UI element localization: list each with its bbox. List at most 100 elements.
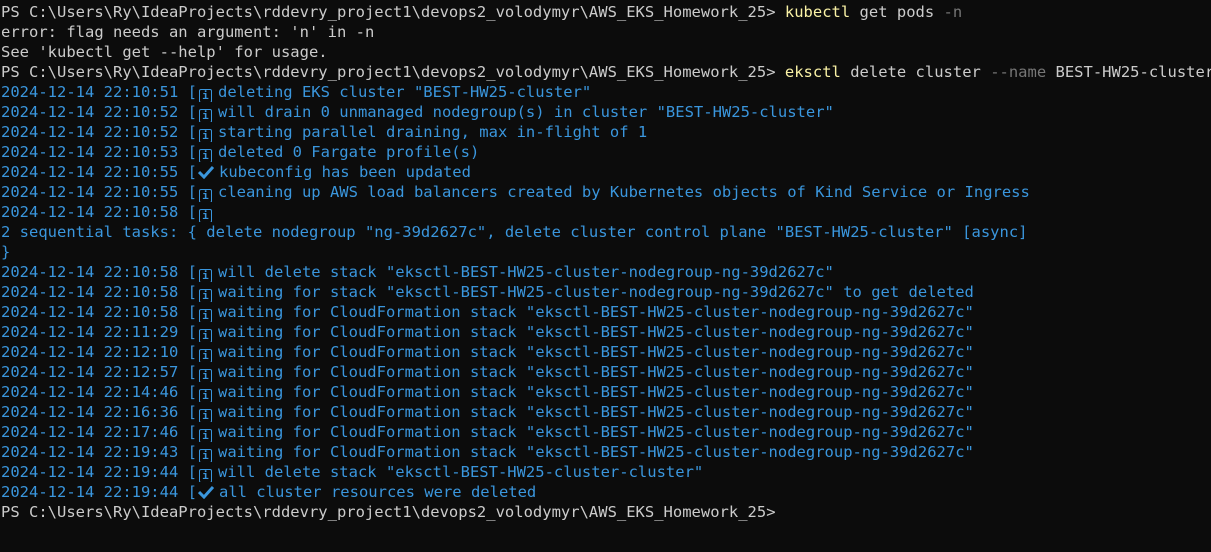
log-bracket: [ [178, 83, 197, 101]
log-message: starting parallel draining, max in-fligh… [217, 123, 648, 141]
log-bracket: [ [178, 103, 197, 121]
log-line: 2024-12-14 22:12:10 [i waiting for CloudF… [1, 342, 1211, 362]
log-bracket: [ [178, 443, 197, 461]
log-bracket: [ [178, 143, 197, 161]
info-icon: i [198, 389, 212, 402]
log-line: 2024-12-14 22:10:53 [i deleted 0 Fargate … [1, 142, 1211, 162]
log-message: waiting for CloudFormation stack "eksctl… [217, 383, 974, 401]
prompt-path: PS C:\Users\Ry\IdeaProjects\rddevry_proj… [1, 503, 776, 521]
info-icon: i [198, 409, 212, 422]
output-line: } [1, 242, 1211, 262]
log-timestamp: 2024-12-14 22:10:58 [1, 263, 179, 281]
log-line: 2024-12-14 22:10:52 [i starting parallel … [1, 122, 1211, 142]
command-name: kubectl [784, 3, 851, 21]
info-icon: i [198, 189, 212, 202]
log-line: 2024-12-14 22:19:44 [i will delete stack … [1, 462, 1211, 482]
log-text: } [1, 243, 11, 261]
prompt-line: PS C:\Users\Ry\IdeaProjects\rddevry_proj… [1, 2, 1211, 22]
log-timestamp: 2024-12-14 22:10:52 [1, 123, 179, 141]
info-icon: i [198, 89, 212, 102]
command-flag: --name [990, 63, 1047, 81]
log-bracket: [ [178, 483, 197, 501]
log-timestamp: 2024-12-14 22:10:55 [1, 183, 179, 201]
log-timestamp: 2024-12-14 22:19:43 [1, 443, 179, 461]
log-bracket: [ [178, 343, 197, 361]
log-message: deleted 0 Fargate profile(s) [217, 143, 480, 161]
log-line: 2024-12-14 22:16:36 [i waiting for CloudF… [1, 402, 1211, 422]
prompt-path: PS C:\Users\Ry\IdeaProjects\rddevry_proj… [1, 3, 785, 21]
output-line: 2 sequential tasks: { delete nodegroup "… [1, 222, 1211, 242]
info-icon: i [198, 109, 212, 122]
log-timestamp: 2024-12-14 22:12:10 [1, 343, 179, 361]
log-line: 2024-12-14 22:19:44 [ all cluster resourc… [1, 482, 1211, 502]
log-message: cleaning up AWS load balancers created b… [217, 183, 1030, 201]
log-bracket: [ [178, 383, 197, 401]
output-line: See 'kubectl get --help' for usage. [1, 42, 1211, 62]
prompt-line: PS C:\Users\Ry\IdeaProjects\rddevry_proj… [1, 62, 1211, 82]
info-icon: i [198, 209, 212, 222]
log-line: 2024-12-14 22:10:55 [i cleaning up AWS lo… [1, 182, 1211, 202]
log-timestamp: 2024-12-14 22:10:58 [1, 303, 179, 321]
command-flag: -n [943, 3, 963, 21]
log-timestamp: 2024-12-14 22:10:55 [1, 163, 179, 181]
log-timestamp: 2024-12-14 22:19:44 [1, 463, 179, 481]
log-bracket: [ [178, 463, 197, 481]
log-bracket: [ [178, 323, 197, 341]
check-icon [197, 485, 214, 499]
log-message: will drain 0 unmanaged nodegroup(s) in c… [217, 103, 834, 121]
info-icon: i [198, 289, 212, 302]
log-message: waiting for CloudFormation stack "eksctl… [217, 323, 974, 341]
log-bracket: [ [178, 283, 197, 301]
log-message: waiting for CloudFormation stack "eksctl… [217, 363, 974, 381]
log-message: waiting for CloudFormation stack "eksctl… [217, 343, 974, 361]
log-timestamp: 2024-12-14 22:19:44 [1, 483, 179, 501]
log-message: waiting for stack "eksctl-BEST-HW25-clus… [217, 283, 974, 301]
log-line: 2024-12-14 22:10:58 [i will delete stack … [1, 262, 1211, 282]
log-timestamp: 2024-12-14 22:16:36 [1, 403, 179, 421]
info-icon: i [198, 269, 212, 282]
log-timestamp: 2024-12-14 22:10:52 [1, 103, 179, 121]
log-bracket: [ [178, 163, 197, 181]
log-line: 2024-12-14 22:10:58 [i waiting for stack … [1, 282, 1211, 302]
terminal-output[interactable]: PS C:\Users\Ry\IdeaProjects\rddevry_proj… [0, 2, 1211, 552]
output-text: error: flag needs an argument: 'n' in -n [1, 23, 375, 41]
info-icon: i [198, 149, 212, 162]
log-bracket: [ [178, 303, 197, 321]
log-message: will delete stack "eksctl-BEST-HW25-clus… [217, 463, 704, 481]
log-line: 2024-12-14 22:19:43 [i waiting for CloudF… [1, 442, 1211, 462]
log-timestamp: 2024-12-14 22:14:46 [1, 383, 179, 401]
log-message: deleting EKS cluster "BEST-HW25-cluster" [217, 83, 592, 101]
info-icon: i [198, 129, 212, 142]
log-bracket: [ [178, 123, 197, 141]
check-icon [197, 165, 214, 179]
log-line: 2024-12-14 22:10:51 [i deleting EKS clust… [1, 82, 1211, 102]
log-line: 2024-12-14 22:10:58 [i [1, 202, 1211, 222]
log-message: waiting for CloudFormation stack "eksctl… [217, 403, 974, 421]
command-value: BEST-HW25-cluster [1046, 63, 1211, 81]
log-bracket: [ [178, 423, 197, 441]
command-args: delete cluster [840, 63, 991, 81]
info-icon: i [198, 369, 212, 382]
log-timestamp: 2024-12-14 22:11:29 [1, 323, 179, 341]
info-icon: i [198, 349, 212, 362]
log-line: 2024-12-14 22:12:57 [i waiting for CloudF… [1, 362, 1211, 382]
info-icon: i [198, 469, 212, 482]
log-line: 2024-12-14 22:14:46 [i waiting for CloudF… [1, 382, 1211, 402]
prompt-path: PS C:\Users\Ry\IdeaProjects\rddevry_proj… [1, 63, 785, 81]
log-line: 2024-12-14 22:10:58 [i waiting for CloudF… [1, 302, 1211, 322]
info-icon: i [198, 429, 212, 442]
log-message: waiting for CloudFormation stack "eksctl… [217, 423, 974, 441]
info-icon: i [198, 329, 212, 342]
log-line: 2024-12-14 22:11:29 [i waiting for CloudF… [1, 322, 1211, 342]
log-bracket: [ [178, 183, 197, 201]
log-message: all cluster resources were deleted [218, 483, 537, 501]
log-timestamp: 2024-12-14 22:17:46 [1, 423, 179, 441]
info-icon: i [198, 309, 212, 322]
prompt-line: PS C:\Users\Ry\IdeaProjects\rddevry_proj… [1, 502, 1211, 522]
log-timestamp: 2024-12-14 22:12:57 [1, 363, 179, 381]
log-line: 2024-12-14 22:10:55 [kubeconfig has been… [1, 162, 1211, 182]
log-timestamp: 2024-12-14 22:10:53 [1, 143, 179, 161]
info-icon: i [198, 449, 212, 462]
log-timestamp: 2024-12-14 22:10:58 [1, 283, 179, 301]
log-message: waiting for CloudFormation stack "eksctl… [217, 303, 974, 321]
